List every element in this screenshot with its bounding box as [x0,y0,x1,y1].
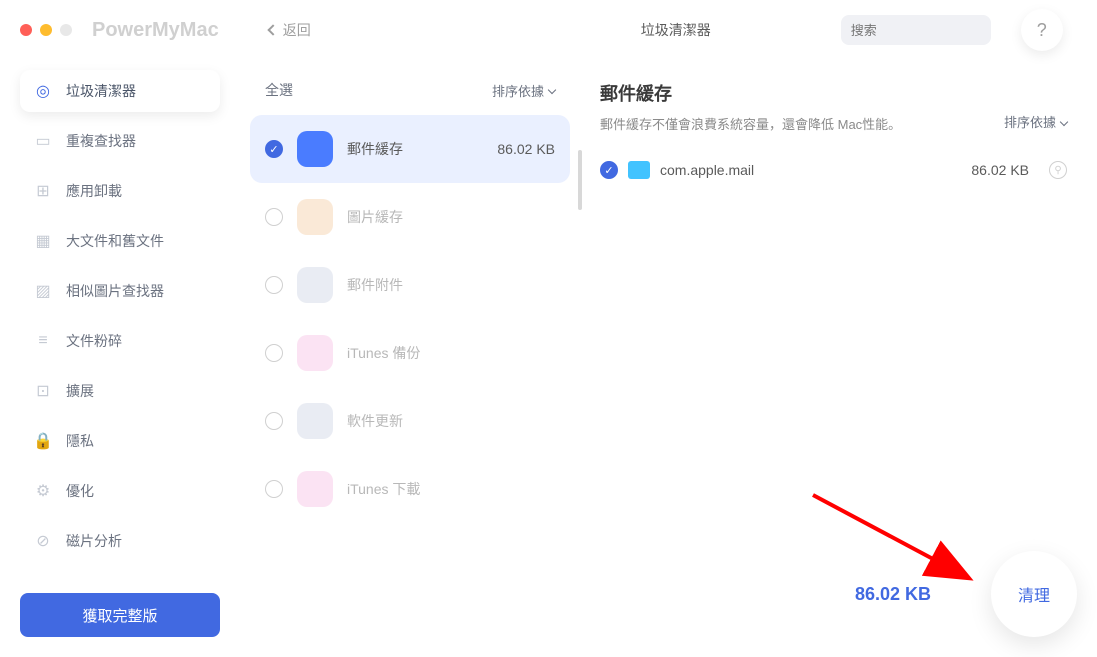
help-button[interactable]: ? [1021,9,1063,51]
sidebar-label: 應用卸載 [66,181,122,201]
sidebar-label: 隱私 [66,431,94,451]
file-row[interactable]: ✓ com.apple.mail 86.02 KB ⚲ [600,148,1067,192]
sidebar-label: 擴展 [66,381,94,401]
category-icon [297,471,333,507]
category-icon [297,131,333,167]
category-item[interactable]: iTunes 下載 [250,455,570,523]
category-icon [297,199,333,235]
back-button[interactable]: 返回 [269,20,311,40]
file-name: com.apple.mail [660,162,754,178]
sidebar-item[interactable]: ⊞ 應用卸載 [20,170,220,212]
traffic-lights[interactable] [20,24,72,36]
category-name: iTunes 下載 [347,479,420,499]
search-input[interactable] [851,23,1027,38]
checkbox[interactable]: ✓ [600,161,618,179]
checkbox[interactable]: ✓ [265,140,283,158]
sort-label: 排序依據 [1004,112,1056,131]
select-all-button[interactable]: 全選 [265,80,293,100]
category-icon [297,403,333,439]
detail-panel: 郵件緩存 郵件緩存不僅會浪費系統容量，還會降低 Mac性能。 排序依據 ✓ co… [580,60,1097,657]
checkbox[interactable] [265,412,283,430]
category-item[interactable]: ✓ 郵件緩存 86.02 KB [250,115,570,183]
page-title: 垃圾清潔器 [641,20,711,40]
sidebar-icon: ⊡ [32,380,54,402]
sidebar-label: 大文件和舊文件 [66,231,164,251]
clean-button[interactable]: 清理 [991,551,1077,637]
checkbox[interactable] [265,208,283,226]
sidebar-item[interactable]: 🔒 隱私 [20,420,220,462]
upgrade-button[interactable]: 獲取完整版 [20,593,220,637]
chevron-left-icon [267,24,278,35]
category-name: 軟件更新 [347,411,403,431]
sidebar-item[interactable]: ⚙ 優化 [20,470,220,512]
sidebar-item[interactable]: ▭ 重複查找器 [20,120,220,162]
chevron-down-icon [548,86,556,94]
sidebar-icon: ⊘ [32,530,54,552]
sort-button[interactable]: 排序依據 [492,81,555,100]
category-icon [297,267,333,303]
checkbox[interactable] [265,344,283,362]
maximize-window-icon [60,24,72,36]
sidebar-item[interactable]: ▦ 大文件和舊文件 [20,220,220,262]
sidebar-label: 重複查找器 [66,131,136,151]
sidebar-label: 文件粉碎 [66,331,122,351]
sidebar-icon: 🔒 [32,430,54,452]
sidebar-icon: ⊞ [32,180,54,202]
category-size: 86.02 KB [497,141,555,157]
sidebar-item[interactable]: ▨ 相似圖片查找器 [20,270,220,312]
sidebar-icon: ≡ [32,330,54,352]
sidebar-label: 垃圾清潔器 [66,81,136,101]
folder-icon [628,161,650,179]
category-item[interactable]: iTunes 備份 [250,319,570,387]
file-size: 86.02 KB [971,162,1029,178]
category-icon [297,335,333,371]
detail-desc: 郵件緩存不僅會浪費系統容量，還會降低 Mac性能。 [600,114,1067,133]
checkbox[interactable] [265,480,283,498]
minimize-window-icon[interactable] [40,24,52,36]
sidebar-icon: ▨ [32,280,54,302]
close-window-icon[interactable] [20,24,32,36]
sidebar: ◎ 垃圾清潔器 ▭ 重複查找器 ⊞ 應用卸載 ▦ 大文件和舊文件 ▨ 相似圖片查找器 ≡ 文件粉碎 ⊡ 擴… [0,60,240,657]
detail-title: 郵件緩存 [600,80,1067,106]
sidebar-item[interactable]: ⊘ 磁片分析 [20,520,220,562]
sidebar-label: 優化 [66,481,94,501]
category-item[interactable]: 軟件更新 [250,387,570,455]
sidebar-icon: ▦ [32,230,54,252]
category-name: 郵件緩存 [347,139,403,159]
category-name: iTunes 備份 [347,343,420,363]
category-item[interactable]: 圖片緩存 [250,183,570,251]
sidebar-item[interactable]: ≡ 文件粉碎 [20,320,220,362]
category-item[interactable]: 郵件附件 [250,251,570,319]
sidebar-icon: ⚙ [32,480,54,502]
back-label: 返回 [283,20,311,40]
sidebar-label: 磁片分析 [66,531,122,551]
sidebar-item[interactable]: ⊡ 擴展 [20,370,220,412]
app-name: PowerMyMac [92,19,219,42]
checkbox[interactable] [265,276,283,294]
category-panel: 全選 排序依據 ✓ 郵件緩存 86.02 KB 圖片緩存 郵件附件 iTunes… [240,60,580,657]
chevron-down-icon [1060,117,1068,125]
sidebar-icon: ◎ [32,80,54,102]
sidebar-icon: ▭ [32,130,54,152]
total-size: 86.02 KB [855,584,931,605]
detail-sort-button[interactable]: 排序依據 [1004,112,1067,131]
reveal-icon[interactable]: ⚲ [1049,161,1067,179]
category-name: 郵件附件 [347,275,403,295]
sidebar-label: 相似圖片查找器 [66,281,164,301]
category-name: 圖片緩存 [347,207,403,227]
sidebar-item[interactable]: ◎ 垃圾清潔器 [20,70,220,112]
sort-label: 排序依據 [492,81,544,100]
search-box[interactable] [841,15,991,45]
